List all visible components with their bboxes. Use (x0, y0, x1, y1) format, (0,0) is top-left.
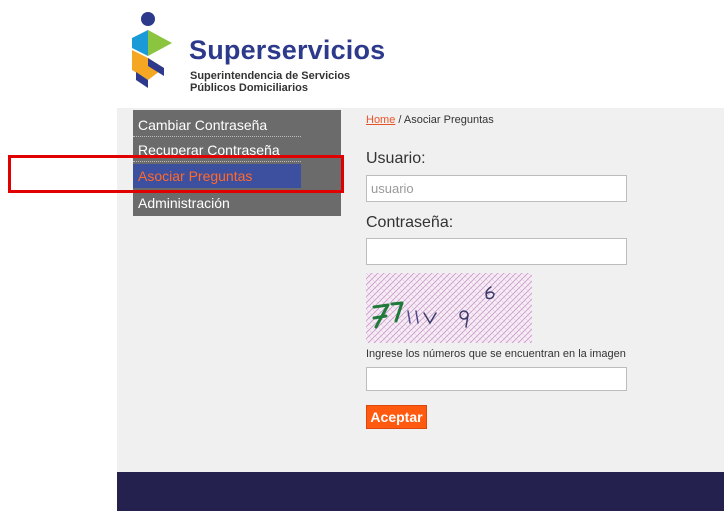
menu-item-administracion[interactable]: Administración (133, 191, 301, 215)
brand-title: Superservicios (189, 35, 386, 65)
breadcrumb-home-link[interactable]: Home (366, 114, 395, 126)
menu-item-cambiar-contrasena[interactable]: Cambiar Contraseña (133, 113, 301, 137)
aceptar-button[interactable]: Aceptar (366, 405, 427, 429)
superservicios-logo-icon (132, 12, 172, 88)
breadcrumb: Home / Asociar Preguntas (366, 114, 494, 126)
password-label: Contraseña: (366, 214, 454, 231)
breadcrumb-separator: / (395, 114, 404, 126)
breadcrumb-current: Asociar Preguntas (403, 114, 494, 126)
site-footer (117, 472, 724, 511)
captcha-image (366, 273, 532, 343)
site-header: Superservicios Superintendencia de Servi… (0, 0, 724, 108)
captcha-hint: Ingrese los números que se encuentran en… (366, 348, 626, 360)
captcha-input[interactable] (366, 367, 627, 391)
highlight-box (8, 155, 344, 193)
usuario-label: Usuario: (366, 150, 426, 167)
brand-subtitle-line1: Superintendencia de Servicios (190, 70, 351, 82)
password-input[interactable] (366, 238, 627, 265)
brand-subtitle-line2: Públicos Domiciliarios (190, 82, 308, 94)
usuario-input[interactable] (366, 175, 627, 202)
